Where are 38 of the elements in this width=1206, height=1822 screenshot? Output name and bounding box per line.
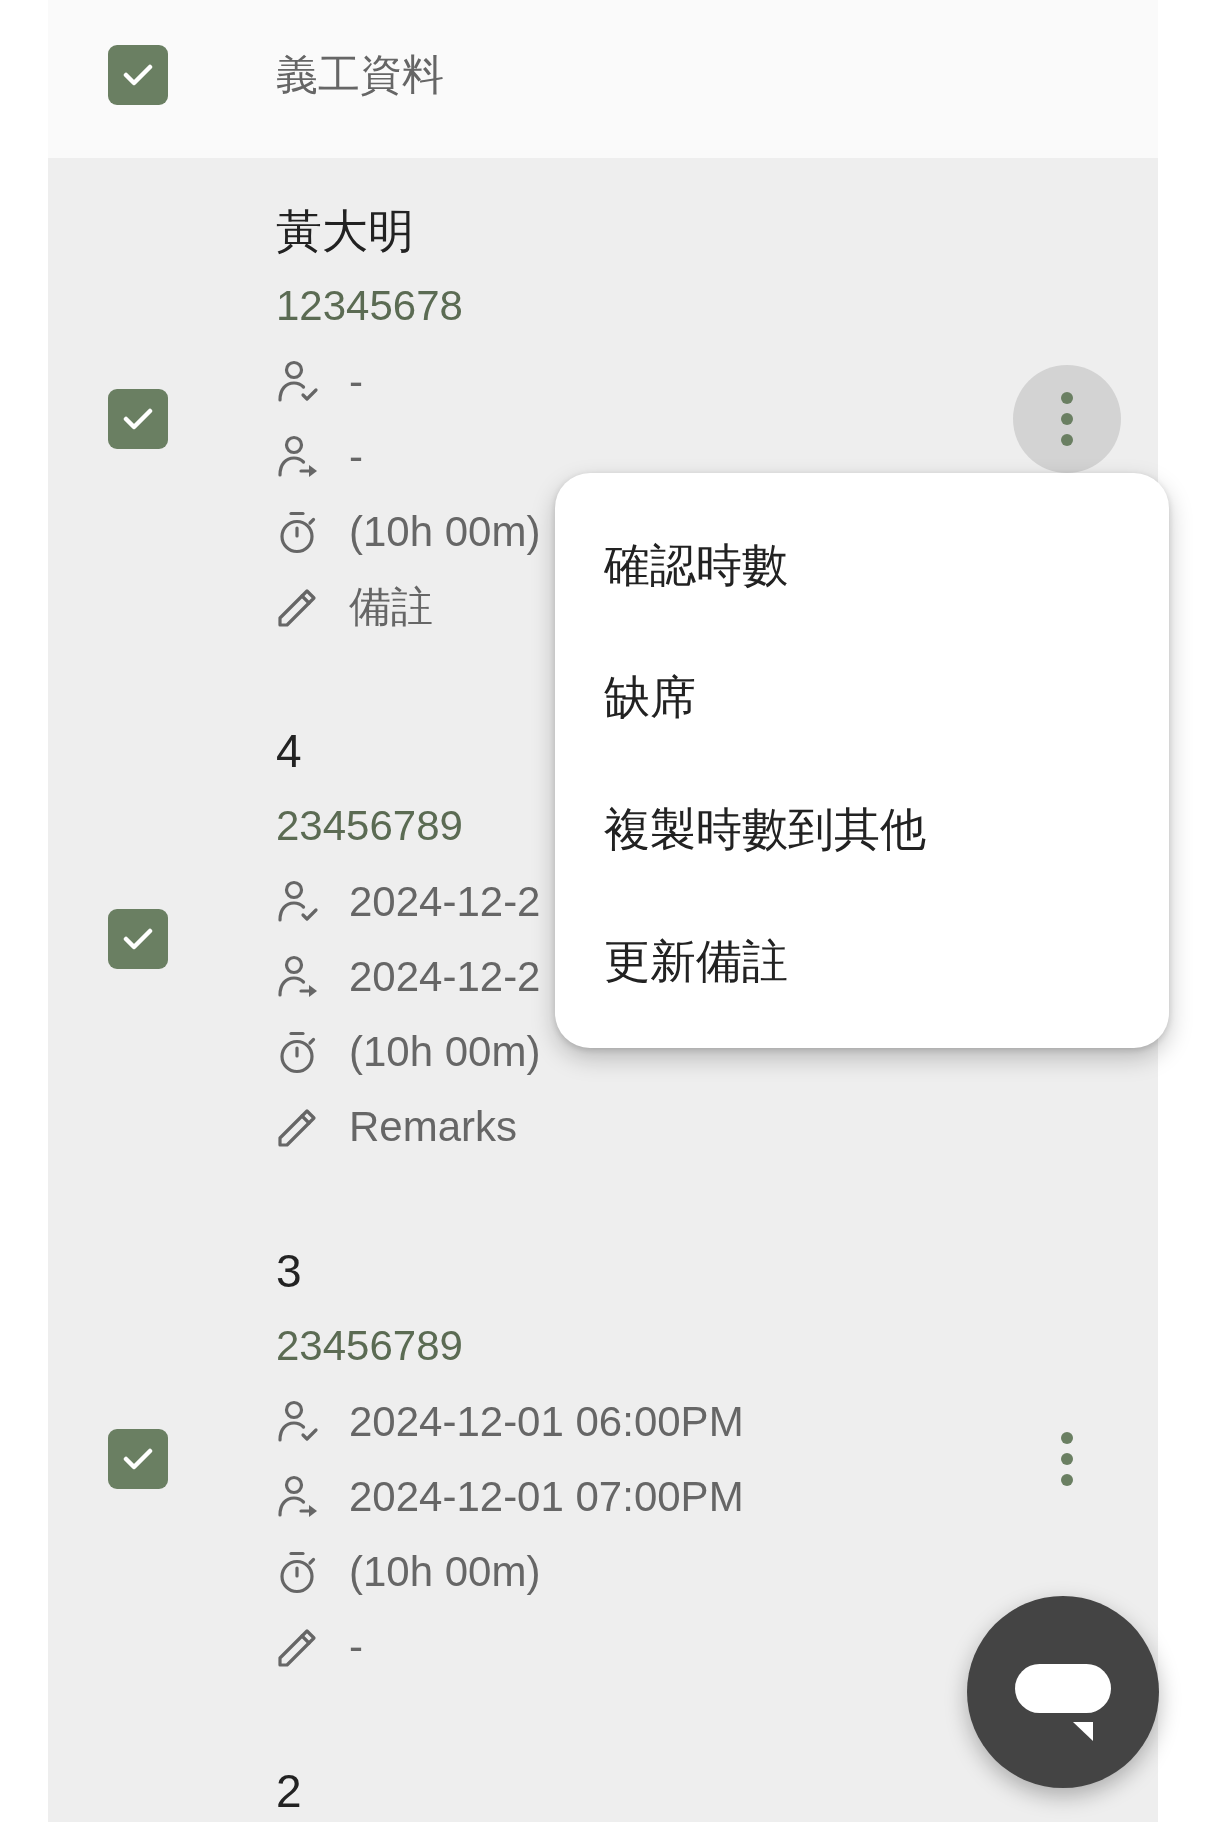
menu-item[interactable]: 缺席 bbox=[555, 632, 1169, 764]
checkbox[interactable] bbox=[108, 1429, 168, 1489]
volunteer-name: 黃大明 bbox=[276, 204, 414, 259]
volunteer-number: 23456789 bbox=[276, 1321, 463, 1371]
checkbox[interactable] bbox=[108, 909, 168, 969]
person-check-icon bbox=[276, 879, 320, 924]
duration-text: (10h 00m) bbox=[349, 506, 541, 557]
duration-text: (10h 00m) bbox=[349, 1546, 541, 1597]
volunteer-name: 4 bbox=[276, 724, 302, 779]
checkmark-icon bbox=[123, 928, 153, 950]
person-check-icon bbox=[276, 1399, 320, 1444]
person-check-icon bbox=[276, 359, 320, 404]
checkmark-icon bbox=[123, 1448, 153, 1470]
checkmark-icon bbox=[123, 64, 153, 86]
remarks-text: Remarks bbox=[349, 1101, 518, 1152]
check-in-time: - bbox=[349, 356, 363, 407]
menu-item[interactable]: 複製時數到其他 bbox=[555, 764, 1169, 896]
remarks-text: - bbox=[349, 1621, 363, 1672]
menu-item[interactable]: 確認時數 bbox=[555, 500, 1169, 632]
vertical-dots-icon bbox=[1061, 392, 1073, 446]
volunteer-name: 3 bbox=[276, 1244, 302, 1299]
volunteer-name: 2 bbox=[276, 1764, 302, 1819]
duration-text: (10h 00m) bbox=[349, 1026, 541, 1077]
check-in-time: 2024-12-2 bbox=[349, 876, 541, 927]
checkbox[interactable] bbox=[108, 45, 168, 105]
checkbox[interactable] bbox=[108, 389, 168, 449]
check-in-time: 2024-12-01 06:00PM bbox=[349, 1396, 744, 1447]
speech-bubble-icon bbox=[1015, 1663, 1111, 1741]
check-out-time: - bbox=[349, 431, 363, 482]
checkmark-icon bbox=[123, 408, 153, 430]
menu-item[interactable]: 更新備註 bbox=[555, 896, 1169, 1028]
volunteer-number: 12345678 bbox=[276, 281, 463, 331]
volunteer-number: 23456789 bbox=[276, 801, 463, 851]
column-header: 義工資料 bbox=[276, 50, 444, 100]
vertical-dots-icon bbox=[1061, 1432, 1073, 1486]
check-out-time: 2024-12-01 07:00PM bbox=[349, 1471, 744, 1522]
remarks-text: 備註 bbox=[349, 581, 433, 632]
check-out-time: 2024-12-2 bbox=[349, 951, 541, 1002]
